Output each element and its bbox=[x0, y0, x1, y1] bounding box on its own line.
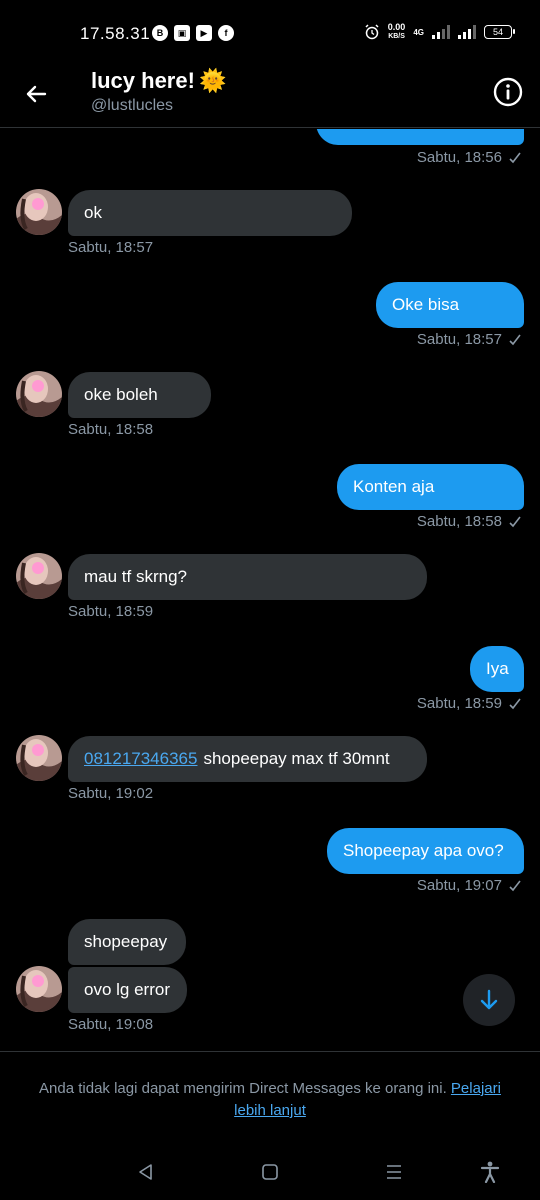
arrow-down-icon bbox=[480, 989, 498, 1010]
network-speed: 0.00 KB/S bbox=[388, 23, 406, 41]
nav-back-button[interactable] bbox=[134, 1160, 158, 1184]
back-button[interactable] bbox=[18, 76, 54, 112]
arrow-left-icon bbox=[26, 85, 47, 103]
message-bubble-incoming[interactable]: shopeepay bbox=[68, 919, 186, 965]
message-timestamp: Sabtu, 18:59 bbox=[417, 695, 522, 712]
message-timestamp: Sabtu, 18:58 bbox=[68, 421, 153, 438]
message-timestamp: Sabtu, 18:58 bbox=[417, 513, 522, 530]
menu-lines-icon bbox=[387, 1165, 401, 1179]
sun-emoji-icon: 🌞 bbox=[198, 68, 227, 93]
timestamp-text: Sabtu, 18:57 bbox=[416, 331, 502, 348]
timestamp-text: Sabtu, 19:08 bbox=[68, 1016, 154, 1033]
display-name: lucy here! bbox=[91, 68, 195, 93]
message-timestamp: Sabtu, 19:02 bbox=[68, 785, 153, 802]
avatar[interactable] bbox=[16, 735, 62, 781]
message-text: Iya bbox=[486, 659, 509, 678]
message-timestamp: Sabtu, 19:08 bbox=[68, 1016, 153, 1033]
message-text: ovo lg error bbox=[84, 980, 170, 999]
message-timestamp: Sabtu, 18:59 bbox=[68, 603, 153, 620]
message-list[interactable]: Sabtu, 18:56 ok Sabtu, 18:57 Oke bisa Sa… bbox=[0, 129, 540, 1049]
timestamp-text: Sabtu, 18:56 bbox=[416, 149, 502, 166]
timestamp-text: Sabtu, 19:07 bbox=[416, 877, 502, 894]
message-timestamp: Sabtu, 18:57 bbox=[68, 239, 153, 256]
message-bubble-outgoing[interactable]: Oke bisa bbox=[376, 282, 524, 328]
message-timestamp: Sabtu, 19:07 bbox=[417, 877, 522, 894]
status-time: 17.58.31 bbox=[80, 24, 151, 43]
checkmark-icon bbox=[509, 880, 521, 891]
message-timestamp: Sabtu, 18:56 bbox=[417, 149, 522, 166]
message-bubble-outgoing[interactable] bbox=[316, 129, 524, 145]
accessibility-button[interactable] bbox=[478, 1160, 502, 1184]
message-text: Oke bisa bbox=[392, 295, 460, 314]
battery-icon: 54 bbox=[484, 25, 515, 39]
timestamp-text: Sabtu, 18:58 bbox=[416, 513, 502, 530]
conversation-title[interactable]: lucy here! 🌞 @lustlucles bbox=[91, 68, 226, 115]
speed-unit: KB/S bbox=[388, 33, 405, 40]
checkmark-icon bbox=[509, 516, 521, 527]
message-timestamp: Sabtu, 18:57 bbox=[417, 331, 522, 348]
nav-home-button[interactable] bbox=[258, 1160, 282, 1184]
avatar[interactable] bbox=[16, 189, 62, 235]
message-bubble-incoming[interactable]: ovo lg error bbox=[68, 967, 187, 1013]
user-handle: @lustlucles bbox=[91, 97, 174, 114]
info-icon bbox=[493, 77, 523, 107]
message-text: oke boleh bbox=[84, 385, 158, 404]
page-title: lucy here! 🌞 bbox=[91, 68, 226, 94]
timestamp-text: Sabtu, 18:57 bbox=[68, 239, 154, 256]
message-text: Konten aja bbox=[353, 477, 435, 496]
alarm-icon bbox=[365, 24, 379, 40]
message-bubble-outgoing[interactable]: Shopeepay apa ovo? bbox=[327, 828, 524, 874]
timestamp-text: Sabtu, 18:59 bbox=[416, 695, 502, 712]
checkmark-icon bbox=[509, 334, 521, 345]
signal-icon bbox=[432, 25, 450, 39]
message-bubble-incoming[interactable]: oke boleh bbox=[68, 372, 211, 418]
conversation-header: lucy here! 🌞 @lustlucles bbox=[0, 66, 540, 128]
message-bubble-outgoing[interactable]: Iya bbox=[470, 646, 524, 692]
scroll-to-bottom-button[interactable] bbox=[463, 974, 515, 1026]
timestamp-text: Sabtu, 18:58 bbox=[68, 421, 154, 438]
camera-icon: ▣ bbox=[174, 25, 190, 41]
signal-icon-2 bbox=[458, 25, 476, 39]
square-home-icon bbox=[262, 1164, 278, 1180]
notification-icons: B ▣ ▶ f bbox=[152, 25, 234, 41]
message-bubble-incoming[interactable]: ok bbox=[68, 190, 352, 236]
message-bubble-incoming[interactable]: 081217346365 shopeepay max tf 30mnt bbox=[68, 736, 427, 782]
b-icon: B bbox=[152, 25, 168, 41]
status-bar: 17.58.31 B ▣ ▶ f 0.00 KB/S 4G 54 bbox=[0, 0, 540, 66]
status-right: 0.00 KB/S 4G 54 bbox=[364, 23, 515, 41]
info-button[interactable] bbox=[492, 76, 524, 108]
avatar[interactable] bbox=[16, 371, 62, 417]
checkmark-icon bbox=[509, 152, 521, 163]
message-bubble-outgoing[interactable]: Konten aja bbox=[337, 464, 524, 510]
cannot-message-notice: Anda tidak lagi dapat mengirim Direct Me… bbox=[0, 1051, 540, 1123]
system-navigation-bar bbox=[0, 1140, 540, 1200]
flip-icon: f bbox=[218, 25, 234, 41]
notice-text: Anda tidak lagi dapat mengirim Direct Me… bbox=[39, 1080, 447, 1097]
avatar[interactable] bbox=[16, 966, 62, 1012]
avatar[interactable] bbox=[16, 553, 62, 599]
youtube-icon: ▶ bbox=[196, 25, 212, 41]
message-text: ok bbox=[84, 203, 102, 222]
message-text: shopeepay max tf 30mnt bbox=[203, 749, 390, 768]
speed-value: 0.00 bbox=[387, 22, 406, 32]
network-type: 4G bbox=[413, 27, 424, 37]
timestamp-text: Sabtu, 19:02 bbox=[68, 785, 154, 802]
message-text: Shopeepay apa ovo? bbox=[343, 841, 504, 860]
message-bubble-incoming[interactable]: mau tf skrng? bbox=[68, 554, 427, 600]
triangle-back-icon bbox=[139, 1164, 152, 1180]
message-text: mau tf skrng? bbox=[84, 567, 187, 586]
timestamp-text: Sabtu, 18:59 bbox=[68, 603, 154, 620]
accessibility-icon bbox=[480, 1161, 500, 1183]
message-text: shopeepay bbox=[84, 932, 168, 951]
checkmark-icon bbox=[509, 698, 521, 709]
phone-number-link[interactable]: 081217346365 bbox=[84, 749, 197, 769]
nav-recents-button[interactable] bbox=[382, 1160, 406, 1184]
